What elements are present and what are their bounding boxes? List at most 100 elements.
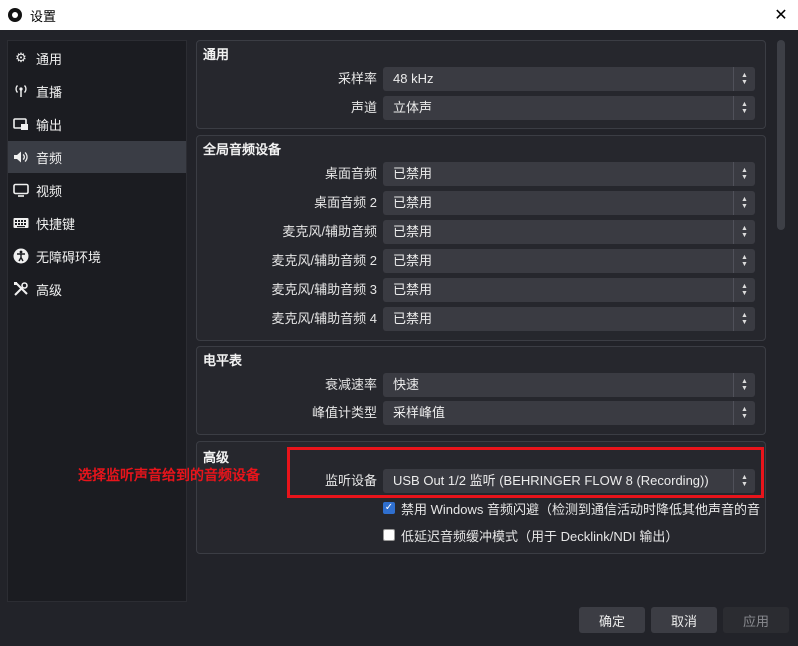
- select-value: 采样峰值: [393, 405, 446, 420]
- select-value: 已禁用: [393, 282, 433, 297]
- select-value: 已禁用: [393, 166, 433, 181]
- group-general: 通用 采样率 48 kHz ▲ ▼ 声道 立体声 ▲ ▼: [196, 40, 766, 129]
- group-title: 电平表: [203, 353, 243, 368]
- settings-content: 通用 采样率 48 kHz ▲ ▼ 声道 立体声 ▲ ▼ 全局音频设备 桌面音频 已…: [196, 40, 768, 602]
- updown-arrows-icon: ▲ ▼: [733, 373, 755, 397]
- field-label: 麦克风/辅助音频 3: [271, 282, 377, 297]
- settings-scrollbar[interactable]: [776, 40, 786, 602]
- desktop-audio-row: 桌面音频 已禁用 ▲ ▼: [197, 162, 767, 186]
- checkbox-label: 低延迟音频缓冲模式（用于 Decklink/NDI 输出）: [401, 528, 679, 544]
- settings-sidebar: ⚙ 通用 直播 输出 音频 视频 快捷键 无障碍环境 高级: [7, 40, 187, 602]
- field-label: 桌面音频 2: [314, 195, 377, 210]
- updown-arrows-icon: ▲ ▼: [733, 162, 755, 186]
- close-button[interactable]: ✕: [764, 0, 798, 30]
- group-meters: 电平表 衰减速率 快速 ▲ ▼ 峰值计类型 采样峰值 ▲ ▼: [196, 346, 766, 435]
- sidebar-item-label: 通用: [36, 51, 63, 67]
- updown-arrows-icon: ▲ ▼: [733, 191, 755, 215]
- sidebar-item-label: 快捷键: [36, 216, 76, 232]
- updown-arrows-icon: ▲ ▼: [733, 220, 755, 244]
- annotation-highlight-box: [287, 447, 764, 498]
- broadcast-icon: [13, 83, 29, 99]
- mic-aux-3-select[interactable]: 已禁用 ▲ ▼: [383, 278, 755, 302]
- mic-aux-select[interactable]: 已禁用 ▲ ▼: [383, 220, 755, 244]
- field-label: 麦克风/辅助音频: [282, 224, 377, 239]
- decay-rate-select[interactable]: 快速 ▲ ▼: [383, 373, 755, 397]
- desktop-audio-2-select[interactable]: 已禁用 ▲ ▼: [383, 191, 755, 215]
- ok-button[interactable]: 确定: [579, 607, 645, 633]
- updown-arrows-icon: ▲ ▼: [733, 249, 755, 273]
- checkbox-checked-icon[interactable]: ✓: [383, 502, 395, 514]
- window-title: 设置: [30, 8, 57, 24]
- group-title: 通用: [203, 47, 230, 62]
- accessibility-icon: [13, 248, 29, 264]
- desktop-audio-select[interactable]: 已禁用 ▲ ▼: [383, 162, 755, 186]
- mic-aux-4-select[interactable]: 已禁用 ▲ ▼: [383, 307, 755, 331]
- sample-rate-row: 采样率 48 kHz ▲ ▼: [197, 67, 767, 91]
- updown-arrows-icon: ▲ ▼: [733, 307, 755, 331]
- updown-arrows-icon: ▲ ▼: [733, 67, 755, 91]
- channels-select[interactable]: 立体声 ▲ ▼: [383, 96, 755, 120]
- field-label: 采样率: [337, 71, 377, 86]
- mic-aux-2-select[interactable]: 已禁用 ▲ ▼: [383, 249, 755, 273]
- sidebar-item-audio[interactable]: 音频: [8, 141, 186, 173]
- sidebar-item-accessibility[interactable]: 无障碍环境: [8, 240, 186, 272]
- checkbox-label: 禁用 Windows 音频闪避（检测到通信活动时降低其他声音的音: [401, 501, 760, 517]
- updown-arrows-icon: ▲ ▼: [733, 96, 755, 120]
- mic-aux-3-row: 麦克风/辅助音频 3 已禁用 ▲ ▼: [197, 278, 767, 302]
- peak-meter-type-row: 峰值计类型 采样峰值 ▲ ▼: [197, 401, 767, 425]
- sidebar-item-label: 视频: [36, 183, 63, 199]
- sidebar-item-output[interactable]: 输出: [8, 108, 186, 140]
- group-title: 全局音频设备: [203, 142, 282, 157]
- peak-meter-type-select[interactable]: 采样峰值 ▲ ▼: [383, 401, 755, 425]
- speaker-icon: [13, 149, 29, 165]
- field-label: 麦克风/辅助音频 2: [271, 253, 377, 268]
- mic-aux-row: 麦克风/辅助音频 已禁用 ▲ ▼: [197, 220, 767, 244]
- select-value: 已禁用: [393, 195, 433, 210]
- sidebar-item-label: 音频: [36, 150, 63, 166]
- cancel-button[interactable]: 取消: [651, 607, 717, 633]
- group-title: 高级: [203, 450, 230, 465]
- field-label: 桌面音频: [324, 166, 377, 181]
- select-value: 已禁用: [393, 224, 433, 239]
- updown-arrows-icon: ▲ ▼: [733, 278, 755, 302]
- mic-aux-2-row: 麦克风/辅助音频 2 已禁用 ▲ ▼: [197, 249, 767, 273]
- sidebar-item-general[interactable]: ⚙ 通用: [8, 42, 186, 74]
- select-value: 已禁用: [393, 311, 433, 326]
- low-latency-checkbox-row[interactable]: 低延迟音频缓冲模式（用于 Decklink/NDI 输出）: [383, 525, 678, 545]
- checkbox-unchecked-icon[interactable]: [383, 529, 395, 541]
- sidebar-item-hotkeys[interactable]: 快捷键: [8, 207, 186, 239]
- sidebar-item-label: 无障碍环境: [36, 249, 102, 265]
- monitor-icon: [13, 182, 29, 198]
- sidebar-item-label: 高级: [36, 282, 63, 298]
- field-label: 峰值计类型: [311, 405, 377, 420]
- mic-aux-4-row: 麦克风/辅助音频 4 已禁用 ▲ ▼: [197, 307, 767, 331]
- sidebar-item-label: 输出: [36, 117, 63, 133]
- select-value: 48 kHz: [393, 71, 434, 86]
- keyboard-icon: [13, 215, 29, 231]
- annotation-text: 选择监听声音给到的音频设备: [78, 467, 260, 483]
- sample-rate-select[interactable]: 48 kHz ▲ ▼: [383, 67, 755, 91]
- sidebar-item-label: 直播: [36, 84, 63, 100]
- sidebar-item-advanced[interactable]: 高级: [8, 273, 186, 305]
- decay-rate-row: 衰减速率 快速 ▲ ▼: [197, 373, 767, 397]
- channels-row: 声道 立体声 ▲ ▼: [197, 96, 767, 120]
- field-label: 麦克风/辅助音频 4: [271, 311, 377, 326]
- obs-logo-icon: [8, 8, 22, 22]
- select-value: 快速: [393, 377, 420, 392]
- field-label: 声道: [350, 100, 377, 115]
- select-value: 已禁用: [393, 253, 433, 268]
- apply-button[interactable]: 应用: [723, 607, 789, 633]
- desktop-audio-2-row: 桌面音频 2 已禁用 ▲ ▼: [197, 191, 767, 215]
- sidebar-item-video[interactable]: 视频: [8, 174, 186, 206]
- title-bar: 设置 ✕: [0, 0, 798, 30]
- disable-ducking-checkbox-row[interactable]: ✓ 禁用 Windows 音频闪避（检测到通信活动时降低其他声音的音: [383, 498, 763, 518]
- gear-icon: ⚙: [15, 50, 27, 65]
- updown-arrows-icon: ▲ ▼: [733, 401, 755, 425]
- scrollbar-thumb[interactable]: [777, 40, 785, 230]
- select-value: 立体声: [393, 100, 433, 115]
- field-label: 衰减速率: [324, 377, 377, 392]
- sidebar-item-stream[interactable]: 直播: [8, 75, 186, 107]
- group-global-audio-devices: 全局音频设备 桌面音频 已禁用 ▲ ▼ 桌面音频 2 已禁用 ▲ ▼ 麦克风/辅助音…: [196, 135, 766, 341]
- tools-icon: [13, 281, 29, 297]
- output-icon: [13, 116, 29, 132]
